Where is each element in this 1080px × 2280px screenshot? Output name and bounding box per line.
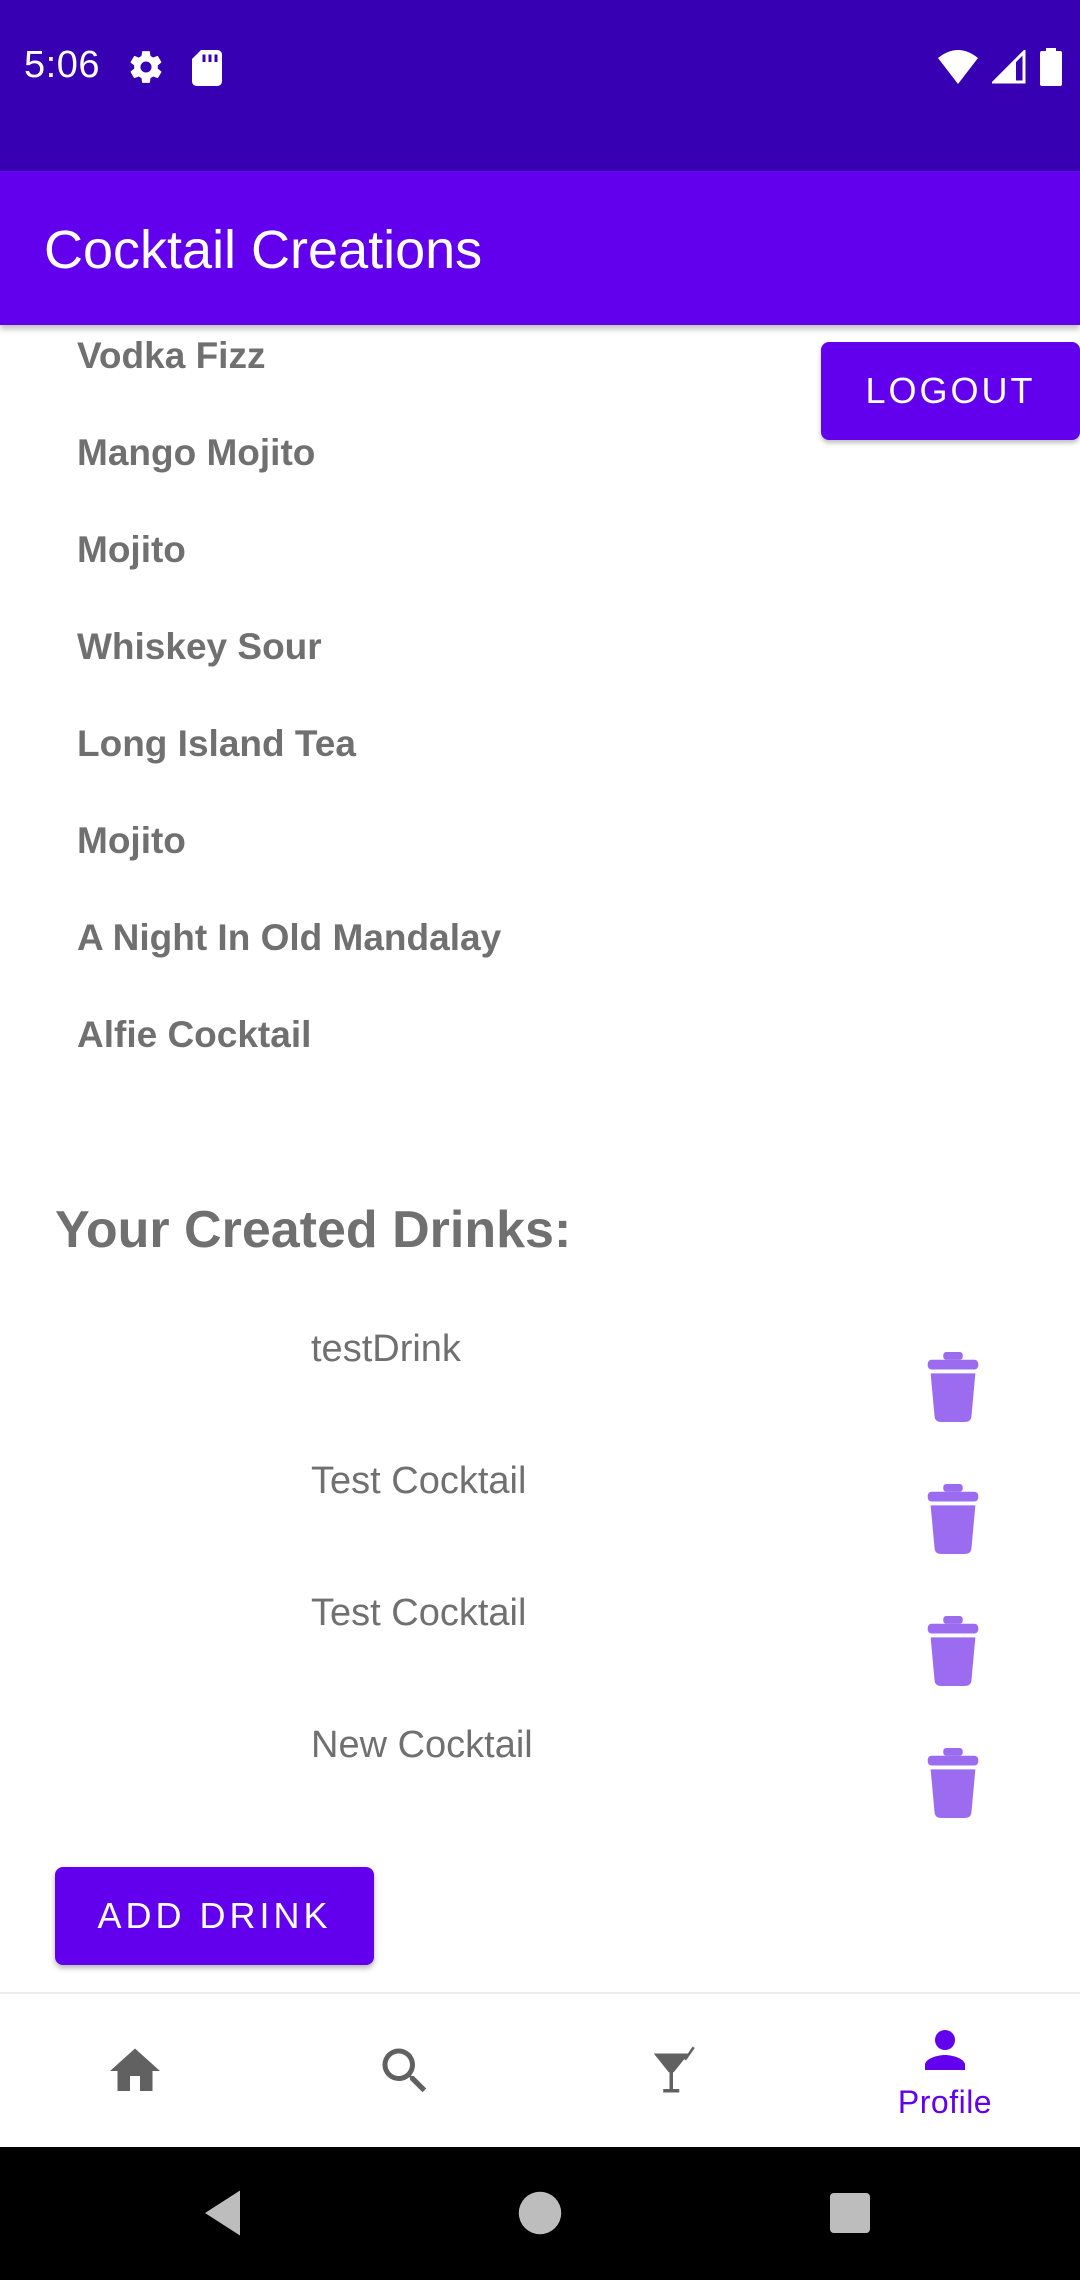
nav-profile-label: Profile	[897, 2084, 993, 2120]
trash-icon[interactable]	[925, 1484, 981, 1554]
status-time: 5:06	[24, 44, 100, 86]
created-drink-row: New Cocktail	[0, 1706, 1080, 1838]
recents-icon[interactable]	[820, 2183, 880, 2243]
add-drink-button[interactable]: ADD DRINK	[55, 1867, 374, 1965]
nav-search[interactable]	[270, 1994, 540, 2147]
list-item[interactable]: Mojito	[77, 501, 501, 598]
list-item[interactable]: Long Island Tea	[77, 695, 501, 792]
nav-cocktails[interactable]	[540, 1994, 810, 2147]
list-item[interactable]: Mango Mojito	[77, 404, 501, 501]
trash-icon[interactable]	[925, 1616, 981, 1686]
created-drink-row: Test Cocktail	[0, 1574, 1080, 1706]
list-item[interactable]: Alfie Cocktail	[77, 986, 501, 1083]
list-item[interactable]: Whiskey Sour	[77, 598, 501, 695]
system-nav-bar	[0, 2147, 1080, 2280]
created-drink-name[interactable]: Test Cocktail	[311, 1460, 526, 1503]
cell-signal-icon	[992, 50, 1026, 84]
list-item[interactable]: Mojito	[77, 792, 501, 889]
created-drink-name[interactable]: testDrink	[311, 1328, 461, 1371]
gear-icon	[130, 51, 162, 83]
status-bar: 5:06	[0, 0, 1080, 171]
created-drink-name[interactable]: New Cocktail	[311, 1724, 533, 1767]
person-icon	[925, 2030, 965, 2070]
list-item[interactable]: A Night In Old Mandalay	[77, 889, 501, 986]
bottom-nav: Profile	[0, 1992, 1080, 2147]
search-icon	[382, 2048, 427, 2092]
sd-card-icon	[192, 50, 222, 86]
created-drinks-heading: Your Created Drinks:	[55, 1201, 572, 1259]
battery-icon	[1040, 48, 1062, 86]
created-drinks-list: testDrink Test Cocktail Test Cocktail Ne…	[0, 1310, 1080, 1838]
cocktail-icon	[653, 2046, 695, 2092]
created-drink-row: testDrink	[0, 1310, 1080, 1442]
page-title: Cocktail Creations	[44, 220, 483, 280]
logout-button[interactable]: LOGOUT	[821, 342, 1080, 440]
trash-icon[interactable]	[925, 1352, 981, 1422]
trash-icon[interactable]	[925, 1748, 981, 1818]
status-icons	[938, 48, 1062, 86]
nav-home[interactable]	[0, 1994, 270, 2147]
created-drink-name[interactable]: Test Cocktail	[311, 1592, 526, 1635]
home-icon	[110, 2048, 160, 2091]
wifi-icon	[938, 50, 978, 84]
home-circle-icon[interactable]	[510, 2183, 570, 2243]
app-bar: Cocktail Creations	[0, 171, 1080, 325]
back-icon[interactable]	[195, 2183, 255, 2243]
favorite-drinks-list: Vodka Fizz Mango Mojito Mojito Whiskey S…	[77, 335, 501, 1083]
created-drink-row: Test Cocktail	[0, 1442, 1080, 1574]
nav-profile[interactable]: Profile	[810, 1994, 1080, 2147]
